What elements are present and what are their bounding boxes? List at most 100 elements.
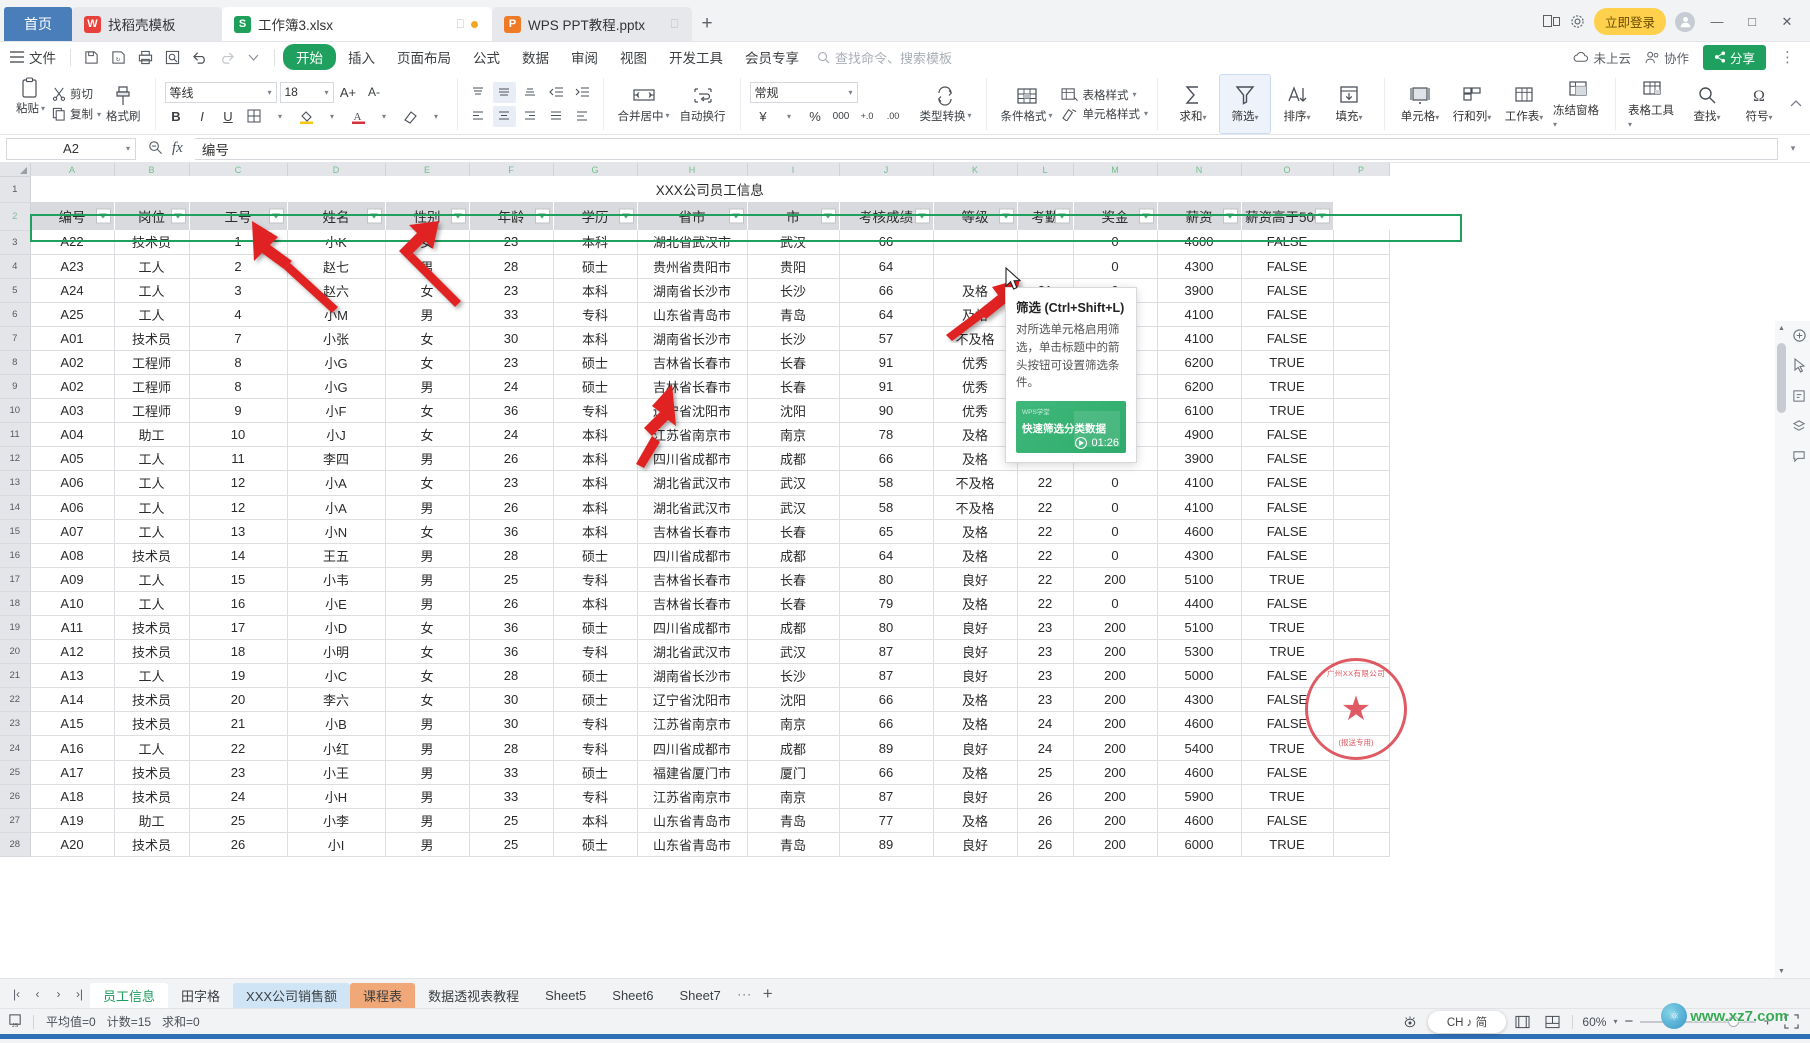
table-cell[interactable]: A06 bbox=[30, 470, 115, 496]
table-cell[interactable]: 8 bbox=[189, 350, 288, 376]
table-cell[interactable] bbox=[1333, 495, 1390, 520]
table-cell[interactable]: 专科 bbox=[553, 639, 638, 665]
table-cell[interactable]: A02 bbox=[30, 374, 115, 400]
column-filter-header[interactable]: 姓名 bbox=[287, 202, 386, 230]
next-sheet-icon[interactable]: › bbox=[48, 983, 69, 1005]
table-cell[interactable]: 36 bbox=[469, 398, 554, 424]
table-cell[interactable]: FALSE bbox=[1241, 470, 1334, 496]
table-cell[interactable]: 成都 bbox=[747, 735, 840, 761]
scroll-down-icon[interactable]: ▼ bbox=[1775, 964, 1788, 978]
table-cell[interactable]: TRUE bbox=[1241, 374, 1334, 400]
scrollbar-thumb[interactable] bbox=[1777, 343, 1786, 413]
table-cell[interactable]: 专科 bbox=[553, 711, 638, 737]
font-name-input[interactable]: 等线 ▾ bbox=[164, 81, 277, 103]
table-cell[interactable]: 58 bbox=[839, 470, 934, 496]
table-cell[interactable]: 四川省成都市 bbox=[637, 446, 748, 472]
table-cell[interactable]: 200 bbox=[1073, 735, 1158, 761]
table-cell[interactable]: A19 bbox=[30, 808, 115, 833]
fill-button[interactable]: 填充▾ bbox=[1323, 74, 1375, 134]
find-button[interactable]: 查找▾ bbox=[1681, 74, 1733, 134]
scroll-up-icon[interactable]: ▲ bbox=[1775, 321, 1788, 335]
table-cell[interactable]: 4300 bbox=[1157, 254, 1242, 279]
table-cell[interactable]: 武汉 bbox=[747, 230, 840, 255]
table-cell[interactable]: 17 bbox=[189, 615, 288, 641]
table-cell[interactable]: 长春 bbox=[747, 591, 840, 617]
table-cell[interactable]: 小G bbox=[287, 374, 386, 400]
column-header-O[interactable]: O bbox=[1241, 163, 1334, 176]
home-tab[interactable]: 首页 bbox=[4, 7, 72, 41]
last-sheet-icon[interactable]: ›| bbox=[69, 983, 90, 1005]
table-cell[interactable]: 江苏省南京市 bbox=[637, 784, 748, 809]
text-box-icon[interactable] bbox=[1791, 387, 1808, 404]
table-cell[interactable]: 22 bbox=[1017, 567, 1074, 592]
table-cell[interactable]: 200 bbox=[1073, 808, 1158, 833]
filter-dropdown-icon[interactable] bbox=[1222, 208, 1238, 224]
table-cell[interactable]: 小C bbox=[287, 663, 386, 689]
table-cell[interactable]: 79 bbox=[839, 591, 934, 617]
table-cell[interactable]: 23 bbox=[469, 470, 554, 496]
table-cell[interactable] bbox=[1333, 374, 1390, 400]
collaborate-button[interactable]: 协作 bbox=[1645, 48, 1689, 67]
table-cell[interactable]: 小红 bbox=[287, 735, 386, 761]
justify-icon[interactable] bbox=[545, 106, 568, 127]
table-cell[interactable]: TRUE bbox=[1241, 639, 1334, 665]
table-cell[interactable]: 男 bbox=[385, 591, 470, 617]
tab-formula[interactable]: 公式 bbox=[463, 44, 510, 70]
table-cell[interactable]: 男 bbox=[385, 760, 470, 785]
row-header[interactable]: 9 bbox=[0, 374, 31, 400]
table-cell[interactable]: 4600 bbox=[1157, 711, 1242, 737]
table-cell[interactable]: 贵州省贵阳市 bbox=[637, 254, 748, 279]
table-cell[interactable] bbox=[933, 254, 1018, 279]
table-cell[interactable]: 5400 bbox=[1157, 735, 1242, 761]
settings-gear-icon[interactable] bbox=[1570, 14, 1585, 29]
table-cell[interactable]: 1 bbox=[189, 230, 288, 255]
table-cell[interactable]: 16 bbox=[189, 591, 288, 617]
table-cell[interactable]: 女 bbox=[385, 615, 470, 641]
table-cell[interactable]: FALSE bbox=[1241, 422, 1334, 448]
borders-dropdown-icon[interactable]: ▾ bbox=[269, 106, 292, 127]
table-cell[interactable]: FALSE bbox=[1241, 254, 1334, 279]
row-header[interactable]: 12 bbox=[0, 446, 31, 472]
table-cell[interactable]: 女 bbox=[385, 663, 470, 689]
table-cell[interactable]: 小K bbox=[287, 230, 386, 255]
table-cell[interactable]: 28 bbox=[469, 735, 554, 761]
table-cell[interactable]: 硕士 bbox=[553, 350, 638, 376]
table-cell[interactable]: 女 bbox=[385, 278, 470, 303]
table-cell[interactable]: 小F bbox=[287, 398, 386, 424]
maximize-button[interactable]: □ bbox=[1739, 11, 1765, 33]
table-cell[interactable]: 长沙 bbox=[747, 326, 840, 351]
chevron-down-icon[interactable]: ▾ bbox=[126, 144, 130, 153]
table-cell[interactable]: 3900 bbox=[1157, 446, 1242, 472]
table-cell[interactable]: 小张 bbox=[287, 326, 386, 351]
column-filter-header[interactable]: 编号 bbox=[30, 202, 115, 230]
column-header-F[interactable]: F bbox=[469, 163, 554, 176]
row-header[interactable]: 18 bbox=[0, 591, 31, 617]
table-cell[interactable]: A25 bbox=[30, 302, 115, 327]
table-cell[interactable]: 6100 bbox=[1157, 398, 1242, 424]
table-cell[interactable]: 小A bbox=[287, 470, 386, 496]
row-header[interactable]: 28 bbox=[0, 832, 31, 857]
table-cell[interactable] bbox=[1333, 591, 1390, 617]
table-cell[interactable]: 23 bbox=[469, 278, 554, 303]
filter-dropdown-icon[interactable] bbox=[618, 208, 634, 224]
worksheet-button[interactable]: 工作表▾ bbox=[1498, 74, 1550, 134]
table-cell[interactable]: 90 bbox=[839, 398, 934, 424]
table-cell[interactable]: 23 bbox=[189, 760, 288, 785]
table-cell[interactable]: 成都 bbox=[747, 446, 840, 472]
table-cell[interactable]: 2 bbox=[189, 254, 288, 279]
table-cell[interactable]: 200 bbox=[1073, 687, 1158, 713]
column-filter-header[interactable]: 年龄 bbox=[469, 202, 554, 230]
filter-dropdown-icon[interactable] bbox=[450, 208, 466, 224]
table-cell[interactable]: 女 bbox=[385, 398, 470, 424]
table-cell[interactable]: 女 bbox=[385, 687, 470, 713]
table-cell[interactable]: 0 bbox=[1073, 591, 1158, 617]
login-button[interactable]: 立即登录 bbox=[1593, 8, 1666, 35]
table-cell[interactable]: 89 bbox=[839, 832, 934, 857]
table-cell[interactable]: 技术员 bbox=[114, 687, 190, 713]
table-cell[interactable]: 4600 bbox=[1157, 230, 1242, 255]
vertical-scrollbar[interactable]: ▲ ▼ bbox=[1775, 321, 1788, 978]
column-filter-header[interactable]: 等级 bbox=[933, 202, 1018, 230]
table-cell[interactable]: 本科 bbox=[553, 446, 638, 472]
zoom-out-button[interactable]: − bbox=[1624, 1013, 1633, 1030]
table-cell[interactable]: 硕士 bbox=[553, 687, 638, 713]
